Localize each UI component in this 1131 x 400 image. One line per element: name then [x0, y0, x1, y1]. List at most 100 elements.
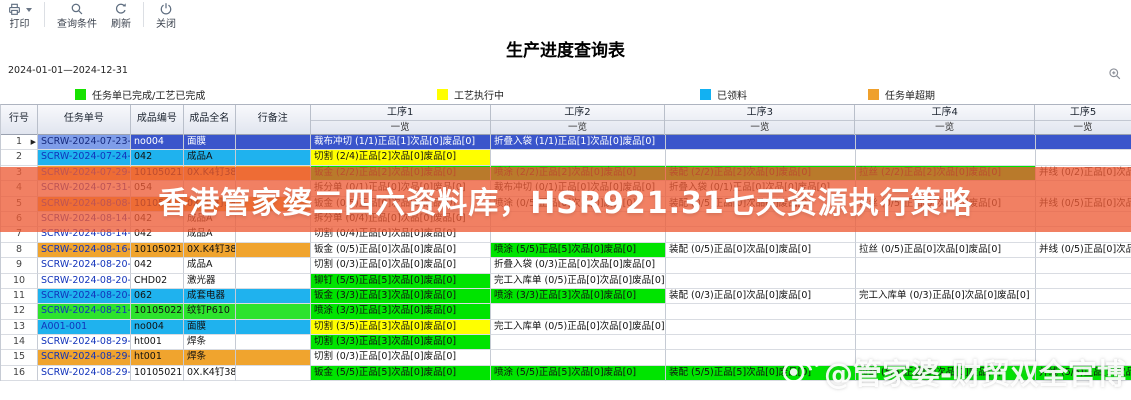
product-code-cell[interactable]: CHD02 — [131, 274, 184, 289]
table-row[interactable]: 1▶SCRW-2024-07-23-00001no004面膜裁布冲切 (1/1)… — [1, 135, 1131, 150]
process-cell[interactable] — [856, 135, 1036, 150]
process-cell[interactable] — [491, 335, 666, 350]
product-name-cell[interactable]: 面膜 — [184, 135, 236, 150]
task-number-cell[interactable]: SCRW-2024-08-20-00016 — [38, 289, 131, 304]
process-cell[interactable] — [1036, 274, 1131, 289]
process-cell[interactable]: 拉丝 (0/5)正品[0]次品[0]废品[0] — [856, 197, 1036, 212]
row-number-cell[interactable]: 16 — [1, 366, 38, 381]
process-cell[interactable]: 拆分单 (0/1)正品[0]次品[0]废品[0] — [311, 181, 491, 196]
task-number-cell[interactable]: SCRW-2024-08-14-00010 — [38, 212, 131, 227]
process-cell[interactable] — [1036, 289, 1131, 304]
process-cell[interactable]: 折叠入袋 (0/1)正品[0]次品[0]废品[0] — [666, 181, 856, 196]
product-name-cell[interactable]: 面膜 — [184, 320, 236, 335]
row-number-cell[interactable]: 10 — [1, 274, 38, 289]
process-cell[interactable]: 装配 (2/2)正品[2]次品[0]废品[0] — [666, 166, 856, 181]
header-process-1[interactable]: 工序1 一览 — [311, 105, 491, 135]
process-cell[interactable] — [666, 350, 856, 365]
row-remark-cell[interactable] — [236, 350, 311, 365]
process-cell[interactable]: 并线 (5/5)正品[5]次品[0]废品[0] — [1036, 366, 1131, 381]
row-remark-cell[interactable] — [236, 258, 311, 273]
product-name-cell[interactable]: 激光器 — [184, 274, 236, 289]
table-row[interactable]: 5SCRW-2024-08-08-000091010502100X.K4钉38m… — [1, 197, 1131, 212]
table-row[interactable]: 3SCRW-2024-07-29-000031010502100X.K4钉38m… — [1, 166, 1131, 181]
process-cell[interactable]: 拉丝 (2/2)正品[2]次品[0]废品[0] — [856, 166, 1036, 181]
process-cell[interactable]: 裁布冲切 (1/1)正品[1]次品[0]废品[0] — [311, 135, 491, 150]
task-number-cell[interactable]: SCRW-2024-08-21-00017 — [38, 304, 131, 319]
row-number-cell[interactable]: 11 — [1, 289, 38, 304]
header-task-number[interactable]: 任务单号 — [38, 105, 131, 135]
table-row[interactable]: 11SCRW-2024-08-20-00016062成套电器钣金 (3/3)正品… — [1, 289, 1131, 304]
print-dropdown-caret[interactable] — [26, 8, 32, 12]
process-cell[interactable] — [1036, 212, 1131, 227]
process-cell[interactable]: 切割 (0/4)正品[0]次品[0]废品[0] — [311, 227, 491, 242]
row-remark-cell[interactable] — [236, 166, 311, 181]
task-number-cell[interactable]: A001-001 — [38, 320, 131, 335]
process-cell[interactable]: 完工入库单 (0/3)正品[0]次品[0]废品[0] — [856, 289, 1036, 304]
process-cell[interactable]: 折叠入袋 (1/1)正品[1]次品[0]废品[0] — [491, 135, 666, 150]
row-number-cell[interactable]: 7 — [1, 227, 38, 242]
process-cell[interactable]: 切割 (3/3)正品[3]次品[0]废品[0] — [311, 335, 491, 350]
product-code-cell[interactable]: 101050210 — [131, 197, 184, 212]
process-cell[interactable]: 切割 (3/5)正品[3]次品[0]废品[0] — [311, 320, 491, 335]
header-row-number[interactable]: 行号 — [1, 105, 38, 135]
table-row[interactable]: 16SCRW-2024-08-29-000221010502100X.K4钉38… — [1, 366, 1131, 381]
process-cell[interactable] — [1036, 150, 1131, 165]
process-cell[interactable] — [856, 212, 1036, 227]
process-cell[interactable] — [1036, 304, 1131, 319]
process-cell[interactable]: 喷涂 (0/5)正品[0]次品[0]废品[0] — [491, 197, 666, 212]
task-number-cell[interactable]: SCRW-2024-08-14-00011 — [38, 227, 131, 242]
table-row[interactable]: 9SCRW-2024-08-20-00013042成品A切割 (0/3)正品[0… — [1, 258, 1131, 273]
refresh-button[interactable]: 刷新 — [104, 0, 138, 30]
process-cell[interactable]: 折叠入袋 (0/3)正品[0]次品[0]废品[0] — [491, 258, 666, 273]
process-cell[interactable] — [666, 335, 856, 350]
row-remark-cell[interactable] — [236, 135, 311, 150]
row-remark-cell[interactable] — [236, 366, 311, 381]
header-product-name[interactable]: 成品全名 — [184, 105, 236, 135]
product-code-cell[interactable]: ht001 — [131, 350, 184, 365]
product-code-cell[interactable]: 042 — [131, 212, 184, 227]
process-cell[interactable]: 切割 (0/3)正品[0]次品[0]废品[0] — [311, 350, 491, 365]
product-name-cell[interactable]: 成品A — [184, 258, 236, 273]
process-cell[interactable] — [1036, 258, 1131, 273]
task-number-cell[interactable]: SCRW-2024-08-29-00021 — [38, 350, 131, 365]
process-cell[interactable] — [666, 227, 856, 242]
product-name-cell[interactable]: 纹钉P610 — [184, 304, 236, 319]
process-cell[interactable]: 钣金 (0/5)正品[0]次品[0]废品[0] — [311, 197, 491, 212]
row-number-cell[interactable]: 6 — [1, 212, 38, 227]
product-code-cell[interactable]: 101050210 — [131, 166, 184, 181]
table-row[interactable]: 15SCRW-2024-08-29-00021ht001焊条切割 (0/3)正品… — [1, 350, 1131, 365]
task-number-cell[interactable]: SCRW-2024-07-24-00002 — [38, 150, 131, 165]
process-cell[interactable] — [491, 150, 666, 165]
table-row[interactable]: 13A001-001no004面膜切割 (3/5)正品[3]次品[0]废品[0]… — [1, 320, 1131, 335]
row-number-cell[interactable]: 8 — [1, 243, 38, 258]
process-cell[interactable] — [856, 274, 1036, 289]
process-cell[interactable]: 完工入库单 (0/5)正品[0]次品[0]废品[0] — [491, 274, 666, 289]
product-name-cell[interactable]: 0X.K4钉38mm(2000) — [184, 243, 236, 258]
process-cell[interactable] — [856, 181, 1036, 196]
process-cell[interactable]: 装配 (5/5)正品[5]次品[0]废品[0] — [666, 366, 856, 381]
product-name-cell[interactable]: 成品A — [184, 150, 236, 165]
row-number-cell[interactable]: 9 — [1, 258, 38, 273]
process-cell[interactable]: 钣金 (2/2)正品[2]次品[0]废品[0] — [311, 166, 491, 181]
product-code-cell[interactable]: 042 — [131, 227, 184, 242]
process-cell[interactable]: 切割 (0/3)正品[0]次品[0]废品[0] — [311, 258, 491, 273]
process-cell[interactable] — [1036, 335, 1131, 350]
process-cell[interactable]: 并线 (0/5)正品[0]次品[0]废品[0] — [1036, 243, 1131, 258]
task-number-cell[interactable]: SCRW-2024-08-20-00014 — [38, 274, 131, 289]
header-process-3[interactable]: 工序3 一览 — [665, 105, 855, 135]
product-name-cell[interactable]: 成品A — [184, 212, 236, 227]
row-remark-cell[interactable] — [236, 289, 311, 304]
row-remark-cell[interactable] — [236, 150, 311, 165]
header-process-5[interactable]: 工序5 一览 — [1035, 105, 1131, 135]
task-number-cell[interactable]: SCRW-2024-07-23-00001 — [38, 135, 131, 150]
product-name-cell[interactable]: 焊条 — [184, 335, 236, 350]
task-number-cell[interactable]: SCRW-2024-08-16-00012 — [38, 243, 131, 258]
product-code-cell[interactable]: 062 — [131, 289, 184, 304]
task-number-cell[interactable]: SCRW-2024-07-29-00003 — [38, 166, 131, 181]
process-cell[interactable]: 切割 (2/4)正品[2]次品[0]废品[0] — [311, 150, 491, 165]
process-cell[interactable]: 喷涂 (3/3)正品[3]次品[0]废品[0] — [491, 289, 666, 304]
table-row[interactable]: 6SCRW-2024-08-14-00010042成品A拆分单 (0/4)正品[… — [1, 212, 1131, 227]
process-cell[interactable] — [666, 150, 856, 165]
zoom-magnifier-icon[interactable] — [1108, 66, 1122, 85]
process-cell[interactable] — [856, 320, 1036, 335]
